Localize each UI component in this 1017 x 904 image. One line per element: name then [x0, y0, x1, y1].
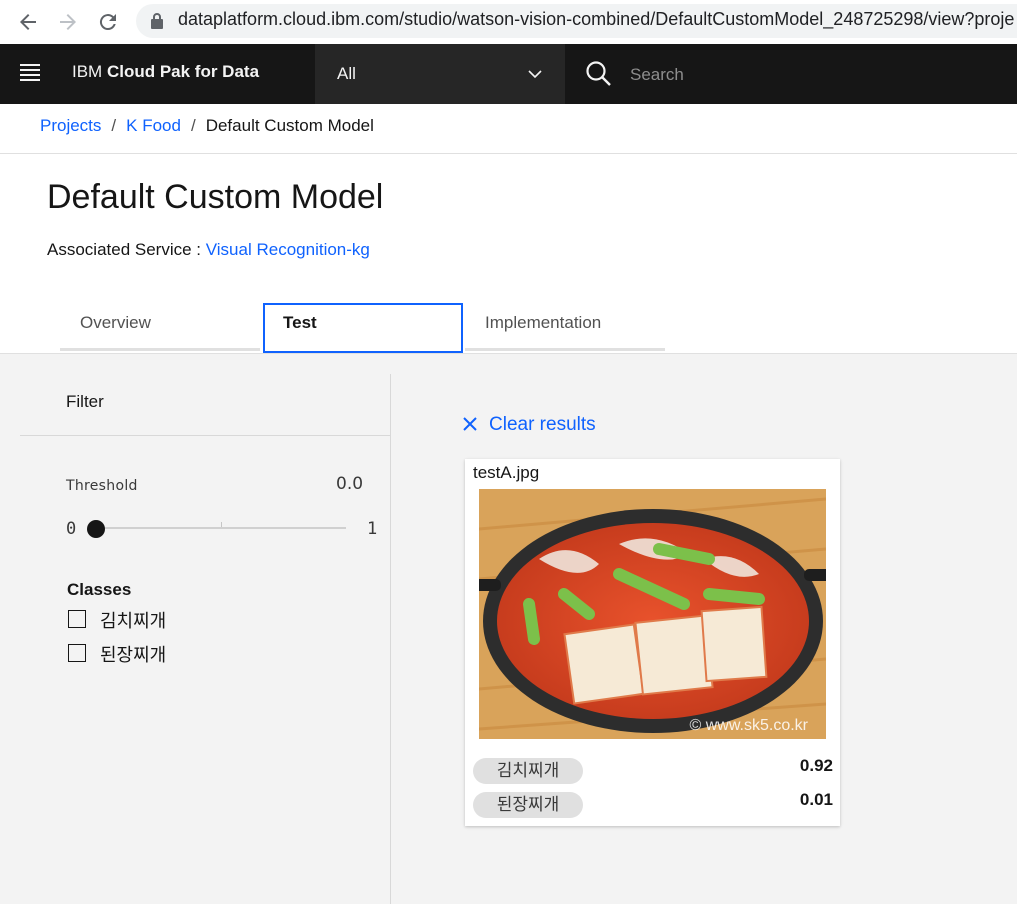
threshold-slider-track[interactable] [96, 527, 346, 529]
panel-divider [390, 374, 391, 904]
class-tag: 된장찌개 [473, 792, 583, 818]
breadcrumb-separator: / [111, 116, 117, 135]
page-title: Default Custom Model [47, 178, 384, 216]
associated-service-label: Associated Service : [47, 240, 206, 259]
tab-overview-label: Overview [80, 313, 151, 332]
score-value: 0.01 [799, 790, 833, 809]
threshold-slider-handle[interactable] [87, 520, 105, 538]
scope-label: All [337, 64, 356, 83]
slider-tick [221, 522, 222, 527]
slider-min-label: 0 [66, 519, 77, 539]
classes-title: Classes [67, 580, 132, 599]
scope-dropdown[interactable]: All [315, 44, 565, 104]
search-input[interactable] [628, 60, 992, 90]
tab-test-label: Test [283, 313, 317, 332]
class-label: 된장찌개 [100, 645, 167, 666]
score-row: 된장찌개 0.01 [473, 790, 833, 818]
filter-title: Filter [66, 392, 104, 411]
breadcrumb-projects[interactable]: Projects [40, 116, 101, 135]
class-label: 김치찌개 [100, 611, 167, 632]
back-arrow-icon[interactable] [16, 10, 40, 34]
page-header: Default Custom Model Associated Service … [0, 154, 1017, 354]
class-tag: 김치찌개 [473, 758, 583, 784]
score-value: 0.92 [799, 756, 833, 775]
result-filename: testA.jpg [473, 463, 540, 482]
result-image: © www.sk5.co.kr [479, 489, 826, 739]
tab-test[interactable]: Test [263, 303, 463, 353]
reload-icon[interactable] [96, 10, 120, 34]
tab-implementation-label: Implementation [485, 313, 602, 332]
associated-service-link[interactable]: Visual Recognition-kg [206, 240, 370, 259]
breadcrumb-separator: / [190, 116, 196, 135]
tab-implementation[interactable]: Implementation [465, 303, 665, 351]
divider [20, 435, 390, 436]
search-icon[interactable] [585, 60, 613, 88]
threshold-value: 0.0 [336, 474, 364, 494]
associated-service: Associated Service : Visual Recognition-… [47, 240, 370, 260]
brand-name[interactable]: IBM Cloud Pak for Data [72, 62, 259, 82]
clear-results-label: Clear results [489, 414, 596, 435]
breadcrumb-current: Default Custom Model [205, 116, 374, 135]
image-watermark: © www.sk5.co.kr [689, 717, 808, 734]
app-header: IBM Cloud Pak for Data All [0, 44, 1017, 104]
chevron-down-icon [528, 70, 542, 79]
result-card[interactable]: testA.jpg © www.sk5.co.kr 김치찌개 0.92 된장찌개… [465, 459, 840, 826]
breadcrumb-bar: Projects / K Food / Default Custom Model [0, 104, 1017, 154]
breadcrumb: Projects / K Food / Default Custom Model [40, 116, 374, 136]
forward-arrow-icon[interactable] [56, 10, 80, 34]
brand-bold: Cloud Pak for Data [106, 62, 260, 81]
close-icon [463, 417, 477, 431]
threshold-label: Threshold [66, 478, 138, 494]
filter-panel: Filter Threshold 0.0 0 1 Classes 김치찌개 된장… [0, 354, 390, 904]
clear-results-button[interactable]: Clear results [463, 414, 596, 436]
slider-max-label: 1 [367, 519, 378, 539]
class-checkbox[interactable] [68, 610, 86, 628]
brand-prefix: IBM [72, 62, 107, 81]
breadcrumb-project[interactable]: K Food [126, 116, 181, 135]
lock-icon [150, 12, 164, 30]
menu-icon[interactable] [20, 64, 40, 84]
tab-overview[interactable]: Overview [60, 303, 260, 351]
score-row: 김치찌개 0.92 [473, 756, 833, 784]
browser-toolbar: dataplatform.cloud.ibm.com/studio/watson… [0, 0, 1017, 44]
url-text: dataplatform.cloud.ibm.com/studio/watson… [178, 9, 1015, 29]
class-checkbox[interactable] [68, 644, 86, 662]
